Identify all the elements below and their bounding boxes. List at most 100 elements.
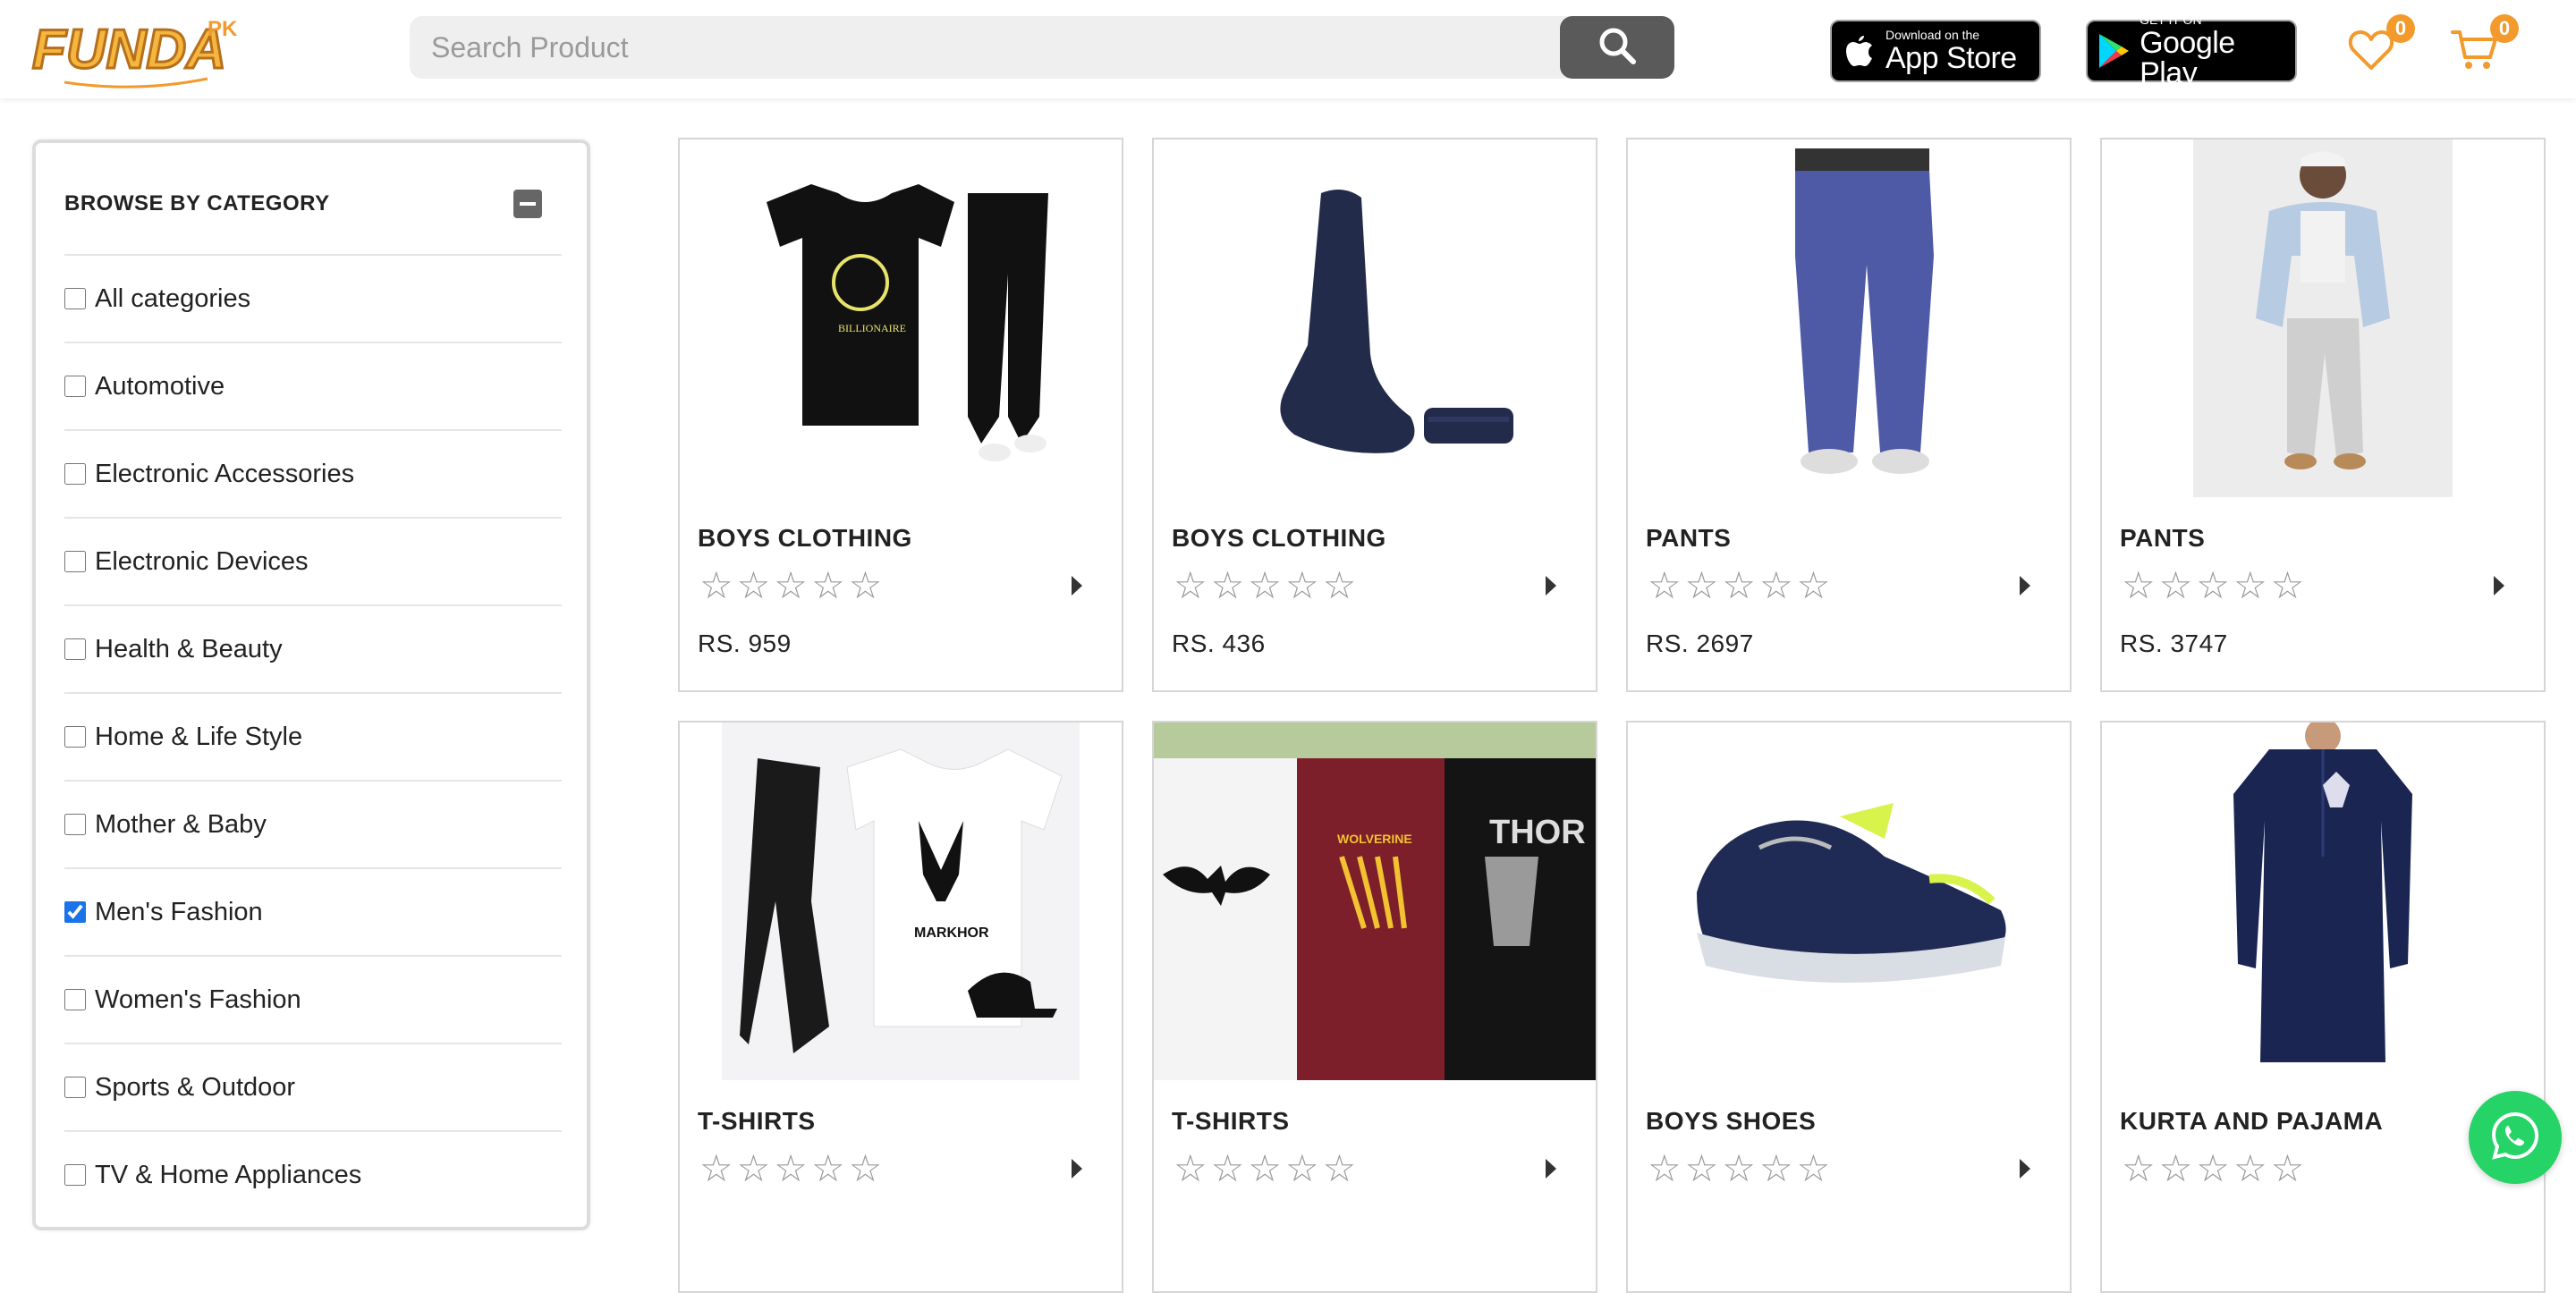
category-label: TV & Home Appliances xyxy=(95,1160,362,1189)
category-item[interactable]: Home & Life Style xyxy=(64,692,562,780)
product-image[interactable] xyxy=(2102,139,2544,497)
category-checkbox[interactable] xyxy=(64,726,86,748)
product-card[interactable]: PANTS ☆☆☆☆☆ RS. 3747 xyxy=(2100,138,2546,692)
category-label: Electronic Accessories xyxy=(95,459,355,488)
google-play-small-text: GET IT ON xyxy=(2140,13,2202,27)
google-play-badge[interactable]: GET IT ON Google Play xyxy=(2086,13,2297,89)
product-image[interactable]: BILLIONAIRE xyxy=(680,139,1122,497)
star-rating: ☆☆☆☆☆ xyxy=(1174,564,1360,606)
product-title[interactable]: BOYS SHOES xyxy=(1646,1107,1816,1136)
funda-logo[interactable]: FUNDA PK xyxy=(29,11,242,91)
svg-text:PK: PK xyxy=(208,17,238,41)
heart-icon xyxy=(2347,30,2395,75)
star-rating: ☆☆☆☆☆ xyxy=(1648,564,1835,606)
category-sidebar: BROWSE BY CATEGORY All categories Automot… xyxy=(32,139,590,1230)
category-label: Mother & Baby xyxy=(95,809,267,839)
product-image[interactable]: MARKHOR xyxy=(680,723,1122,1080)
product-card[interactable]: PANTS ☆☆☆☆☆ RS. 2697 xyxy=(1626,138,2072,692)
category-label: Home & Life Style xyxy=(95,722,303,751)
product-card[interactable]: BOYS SHOES ☆☆☆☆☆ xyxy=(1626,721,2072,1293)
product-title[interactable]: BOYS CLOTHING xyxy=(698,524,912,553)
product-price: RS. 3747 xyxy=(2120,630,2228,657)
product-card[interactable]: BOYS CLOTHING ☆☆☆☆☆ RS. 436 xyxy=(1152,138,1597,692)
product-image[interactable] xyxy=(1628,139,2070,497)
category-checkbox[interactable] xyxy=(64,901,86,923)
category-item[interactable]: Sports & Outdoor xyxy=(64,1043,562,1130)
product-card[interactable]: BILLIONAIRE BOYS CLOTHING ☆☆☆☆☆ RS. 959 xyxy=(678,138,1123,692)
sidebar-title: BROWSE BY CATEGORY xyxy=(64,191,330,216)
caret-right-icon[interactable] xyxy=(2020,1159,2030,1179)
category-label: Automotive xyxy=(95,371,225,401)
category-item[interactable]: TV & Home Appliances xyxy=(64,1130,562,1218)
svg-text:MARKHOR: MARKHOR xyxy=(914,925,989,941)
product-card[interactable]: MARKHOR T-SHIRTS ☆☆☆☆☆ xyxy=(678,721,1123,1293)
category-list: All categories Automotive Electronic Acces… xyxy=(64,254,562,1218)
caret-right-icon[interactable] xyxy=(1072,1159,1082,1179)
product-price: RS. 2697 xyxy=(1646,630,1754,657)
category-label: Electronic Devices xyxy=(95,546,309,576)
category-item[interactable]: Mother & Baby xyxy=(64,780,562,867)
caret-right-icon[interactable] xyxy=(2494,576,2504,596)
search-bar xyxy=(410,16,1674,79)
category-checkbox[interactable] xyxy=(64,814,86,835)
category-checkbox[interactable] xyxy=(64,288,86,309)
category-label: Sports & Outdoor xyxy=(95,1072,296,1102)
category-label: All categories xyxy=(95,283,251,313)
category-item[interactable]: Electronic Accessories xyxy=(64,429,562,517)
collapse-button[interactable] xyxy=(513,190,542,218)
category-checkbox[interactable] xyxy=(64,463,86,485)
whatsapp-icon xyxy=(2488,1109,2542,1167)
category-checkbox[interactable] xyxy=(64,1164,86,1186)
product-image[interactable]: WOLVERINE THOR xyxy=(1154,723,1596,1080)
whatsapp-chat-button[interactable] xyxy=(2469,1091,2562,1184)
category-checkbox[interactable] xyxy=(64,551,86,572)
category-checkbox[interactable] xyxy=(64,1077,86,1098)
product-price: RS. 959 xyxy=(698,630,792,657)
search-icon xyxy=(1597,26,1637,70)
star-rating: ☆☆☆☆☆ xyxy=(2122,564,2309,606)
category-label: Health & Beauty xyxy=(95,634,283,663)
category-checkbox[interactable] xyxy=(64,638,86,660)
app-store-small-text: Download on the xyxy=(1885,28,1980,42)
category-label: Men's Fashion xyxy=(95,897,263,926)
wishlist-count-badge: 0 xyxy=(2386,14,2415,43)
product-title[interactable]: T-SHIRTS xyxy=(1172,1107,1290,1136)
svg-text:BILLIONAIRE: BILLIONAIRE xyxy=(838,322,906,334)
category-checkbox[interactable] xyxy=(64,376,86,397)
caret-right-icon[interactable] xyxy=(1072,576,1082,596)
search-input[interactable] xyxy=(431,16,1504,79)
product-title[interactable]: PANTS xyxy=(1646,524,1731,553)
star-rating: ☆☆☆☆☆ xyxy=(1174,1147,1360,1189)
category-item[interactable]: Automotive xyxy=(64,342,562,429)
category-item[interactable]: All categories xyxy=(64,254,562,342)
product-image[interactable] xyxy=(1628,723,2070,1080)
product-title[interactable]: T-SHIRTS xyxy=(698,1107,816,1136)
category-label: Women's Fashion xyxy=(95,985,301,1014)
product-title[interactable]: KURTA AND PAJAMA xyxy=(2120,1107,2383,1136)
category-item[interactable]: Electronic Devices xyxy=(64,517,562,604)
svg-text:THOR: THOR xyxy=(1489,814,1586,851)
product-card[interactable]: WOLVERINE THOR T-SHIRTS ☆☆☆☆☆ xyxy=(1152,721,1597,1293)
search-button[interactable] xyxy=(1560,16,1674,79)
caret-right-icon[interactable] xyxy=(2020,576,2030,596)
category-checkbox[interactable] xyxy=(64,989,86,1010)
product-price: RS. 436 xyxy=(1172,630,1266,657)
app-store-badge[interactable]: Download on the App Store xyxy=(1830,20,2041,82)
star-rating: ☆☆☆☆☆ xyxy=(2122,1147,2309,1189)
caret-right-icon[interactable] xyxy=(1546,576,1556,596)
site-header: FUNDA PK Download on the App Store xyxy=(0,0,2576,98)
product-image[interactable] xyxy=(1154,139,1596,497)
product-image[interactable] xyxy=(2102,723,2544,1080)
caret-right-icon[interactable] xyxy=(1546,1159,1556,1179)
product-title[interactable]: PANTS xyxy=(2120,524,2205,553)
svg-text:WOLVERINE: WOLVERINE xyxy=(1337,832,1412,846)
category-item[interactable]: Men's Fashion xyxy=(64,867,562,955)
star-rating: ☆☆☆☆☆ xyxy=(699,1147,886,1189)
star-rating: ☆☆☆☆☆ xyxy=(699,564,886,606)
star-rating: ☆☆☆☆☆ xyxy=(1648,1147,1835,1189)
app-store-big-text: App Store xyxy=(1885,41,2017,75)
category-item[interactable]: Health & Beauty xyxy=(64,604,562,692)
product-title[interactable]: BOYS CLOTHING xyxy=(1172,524,1386,553)
product-card[interactable]: KURTA AND PAJAMA ☆☆☆☆☆ xyxy=(2100,721,2546,1293)
category-item[interactable]: Women's Fashion xyxy=(64,955,562,1043)
